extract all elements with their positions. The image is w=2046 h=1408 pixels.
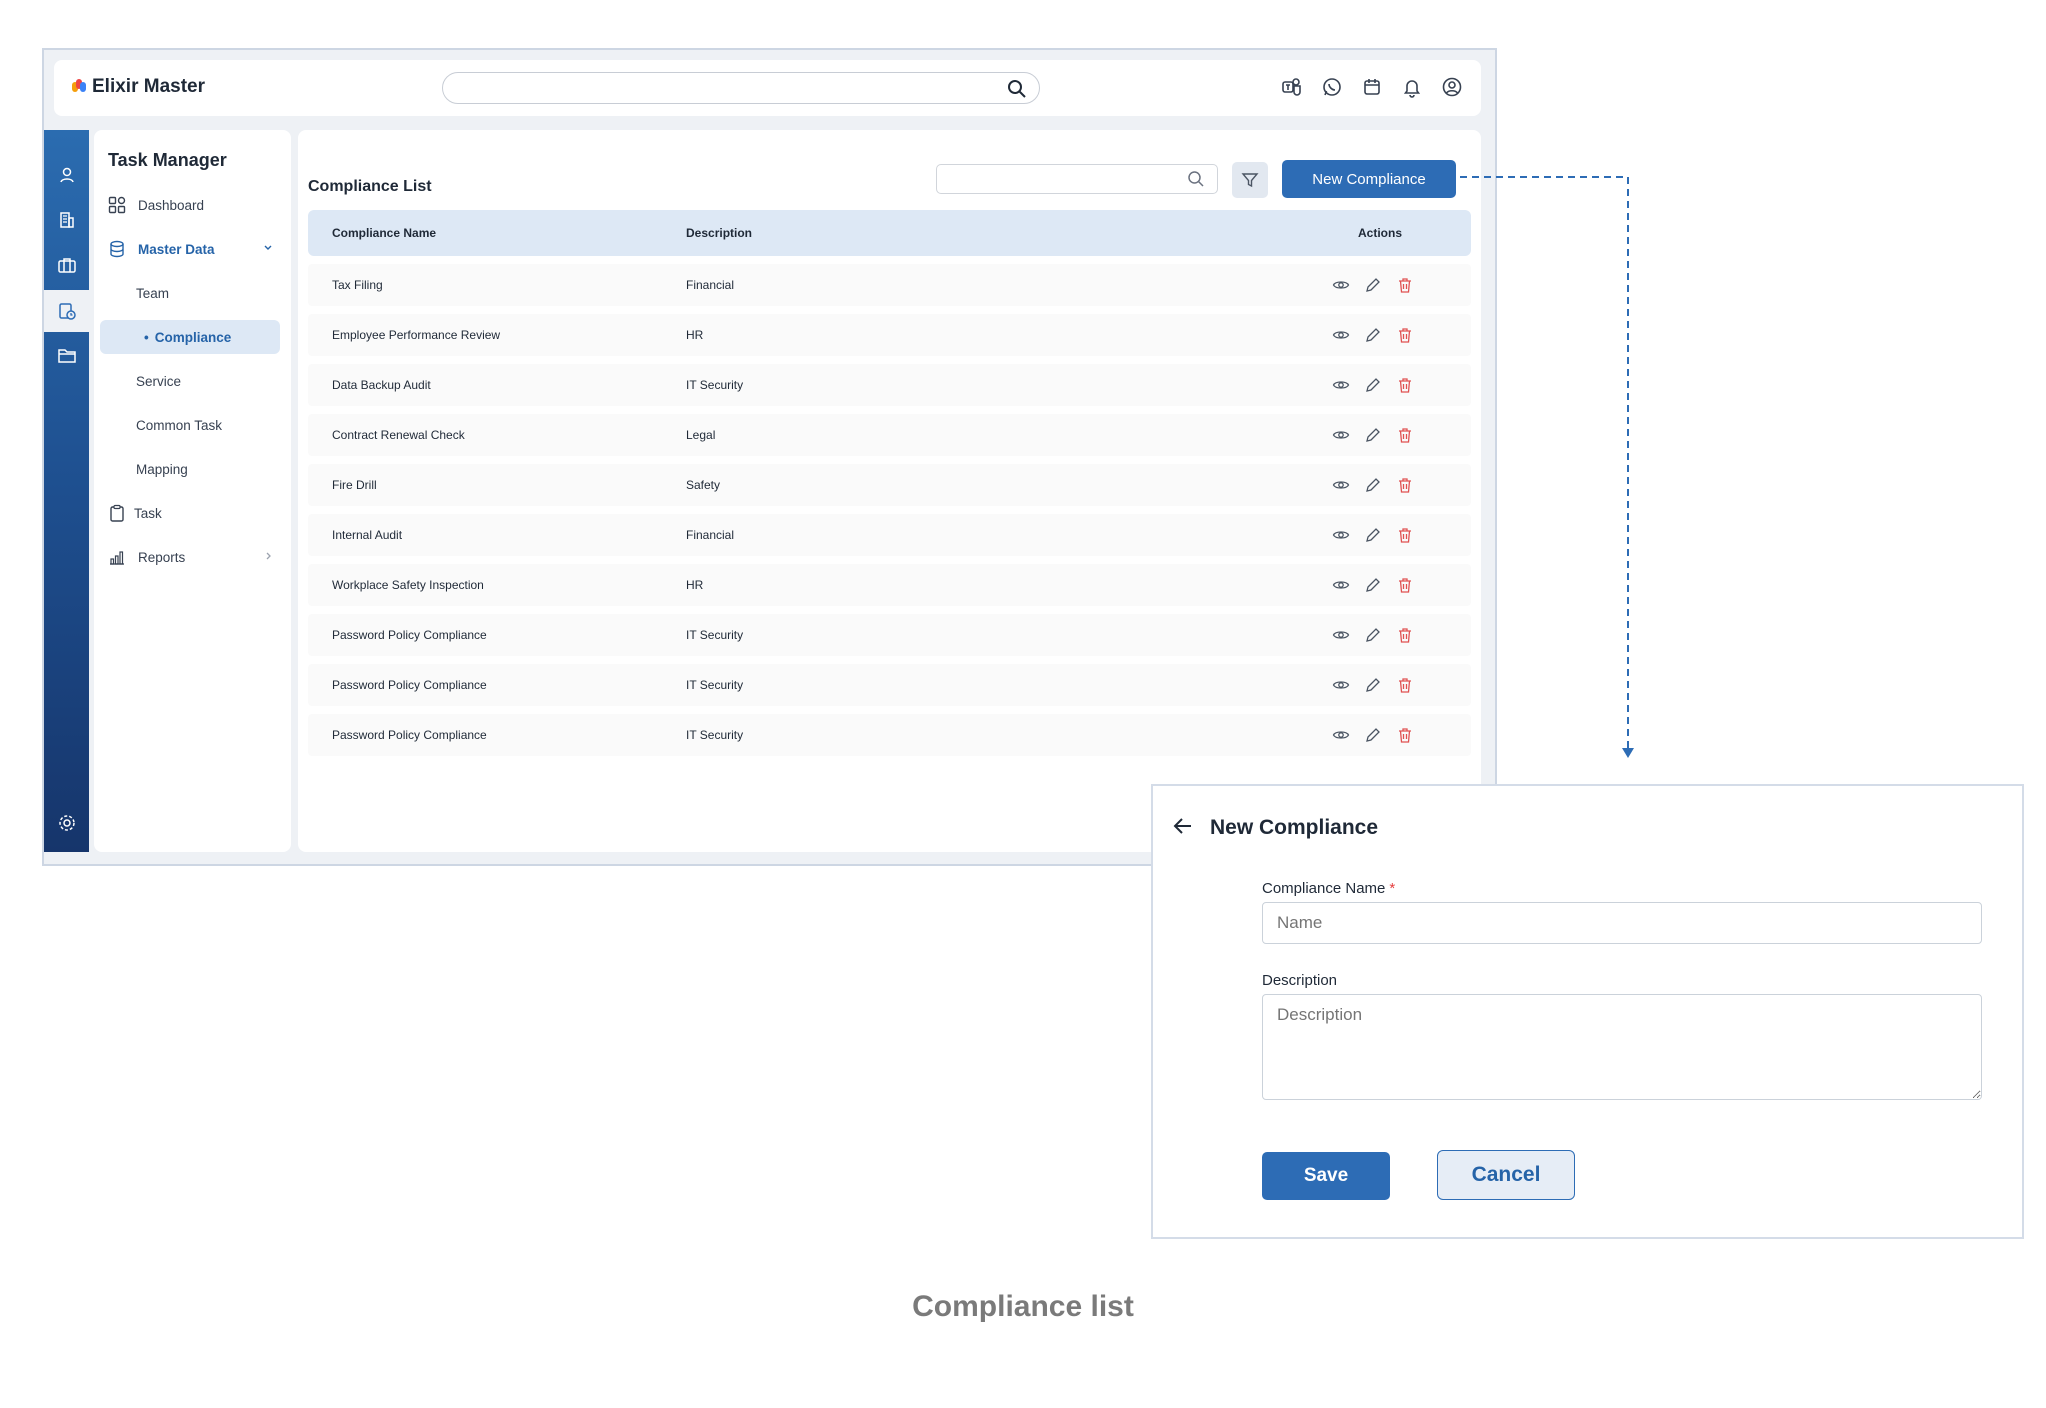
description-field[interactable]	[1262, 994, 1982, 1100]
compliance-name-field[interactable]	[1262, 902, 1982, 944]
description-label: Description	[1262, 972, 1338, 989]
figure-caption: Compliance list	[912, 1290, 1134, 1323]
required-mark: *	[1389, 880, 1396, 897]
compliance-name-label-text: Compliance Name	[1262, 880, 1386, 897]
cancel-button[interactable]: Cancel	[1437, 1150, 1575, 1200]
back-arrow-icon[interactable]	[1171, 814, 1195, 838]
panel-title: New Compliance	[1210, 816, 1379, 839]
save-button[interactable]: Save	[1262, 1152, 1390, 1200]
new-compliance-panel: New Compliance Compliance Name* Descript…	[1151, 784, 2024, 1239]
compliance-name-label: Compliance Name *	[1262, 880, 1395, 897]
